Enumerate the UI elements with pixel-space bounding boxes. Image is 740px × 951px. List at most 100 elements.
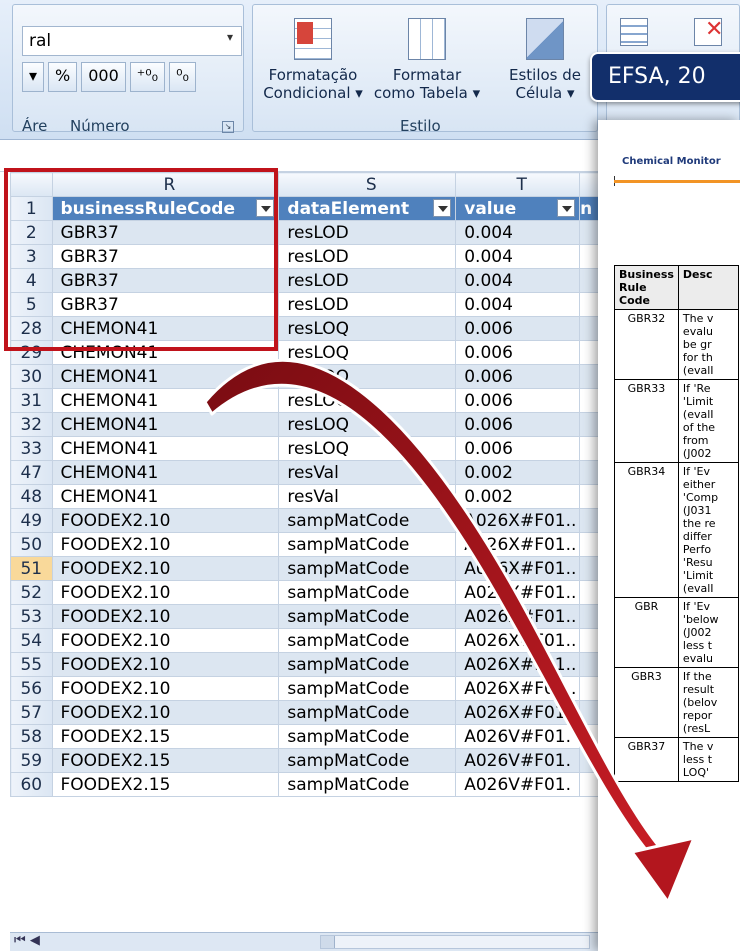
cell-business-rule-code[interactable]: FOODEX2.10	[51, 652, 280, 677]
decrease-decimal-button[interactable]: ⁰₀	[169, 62, 196, 92]
cell-data-element[interactable]: sampMatCode	[278, 652, 457, 677]
cell-n[interactable]	[579, 724, 600, 749]
cell-value[interactable]: 0.004	[455, 220, 581, 245]
cell-n[interactable]	[579, 748, 600, 773]
horizontal-scrollbar[interactable]	[320, 935, 590, 949]
cell-n[interactable]	[579, 580, 600, 605]
cell-data-element[interactable]: resLOQ	[278, 316, 457, 341]
percent-button[interactable]: %	[48, 62, 78, 92]
cell-data-element[interactable]: sampMatCode	[278, 700, 457, 725]
cell-business-rule-code[interactable]: FOODEX2.10	[51, 604, 280, 629]
cell-value[interactable]: 0.006	[455, 388, 581, 413]
cell-business-rule-code[interactable]: FOODEX2.10	[51, 532, 280, 557]
row-number[interactable]: 57	[10, 700, 53, 725]
cell-data-element[interactable]: resVal	[278, 484, 457, 509]
cell-business-rule-code[interactable]: CHEMON41	[51, 388, 280, 413]
cell-business-rule-code[interactable]: FOODEX2.10	[51, 676, 280, 701]
cell-n[interactable]	[579, 556, 600, 581]
column-header-t[interactable]: T	[455, 172, 581, 197]
header-cell-n[interactable]: n	[579, 196, 600, 221]
cell-value[interactable]: 0.006	[455, 316, 581, 341]
cell-data-element[interactable]: resLOQ	[278, 340, 457, 365]
cell-business-rule-code[interactable]: FOODEX2.10	[51, 556, 280, 581]
cell-n[interactable]	[579, 316, 600, 341]
cell-value[interactable]: A026V#F01.	[455, 772, 581, 797]
cell-n[interactable]	[579, 676, 600, 701]
column-header-u[interactable]	[579, 172, 600, 197]
cell-business-rule-code[interactable]: CHEMON41	[51, 364, 280, 389]
filter-dropdown-icon[interactable]	[557, 198, 576, 217]
cell-value[interactable]: 0.006	[455, 412, 581, 437]
cell-styles-button[interactable]: Estilos de Célula ▾	[490, 14, 600, 102]
cell-data-element[interactable]: sampMatCode	[278, 508, 457, 533]
row-number[interactable]: 56	[10, 676, 53, 701]
cell-data-element[interactable]: resLOD	[278, 220, 457, 245]
thousands-separator-button[interactable]: 000	[81, 62, 126, 92]
dialog-launcher-icon[interactable]: ↘	[222, 121, 234, 133]
row-number[interactable]: 50	[10, 532, 53, 557]
cell-business-rule-code[interactable]: FOODEX2.15	[51, 724, 280, 749]
cell-n[interactable]	[579, 220, 600, 245]
cell-n[interactable]	[579, 460, 600, 485]
column-header-s[interactable]: S	[278, 172, 457, 197]
row-number[interactable]: 59	[10, 748, 53, 773]
row-number[interactable]: 49	[10, 508, 53, 533]
row-number[interactable]: 60	[10, 772, 53, 797]
cell-value[interactable]: A026X#F01..	[455, 628, 581, 653]
cell-value[interactable]: 0.002	[455, 460, 581, 485]
cell-business-rule-code[interactable]: CHEMON41	[51, 436, 280, 461]
cell-data-element[interactable]: resLOD	[278, 268, 457, 293]
cell-data-element[interactable]: sampMatCode	[278, 628, 457, 653]
cell-n[interactable]	[579, 772, 600, 797]
row-number[interactable]: 31	[10, 388, 53, 413]
cell-business-rule-code[interactable]: FOODEX2.10	[51, 580, 280, 605]
row-number[interactable]: 54	[10, 628, 53, 653]
row-number[interactable]: 47	[10, 460, 53, 485]
cell-n[interactable]	[579, 436, 600, 461]
cell-data-element[interactable]: sampMatCode	[278, 676, 457, 701]
accounting-format-button[interactable]: ▾	[22, 62, 45, 92]
row-number[interactable]: 30	[10, 364, 53, 389]
cell-business-rule-code[interactable]: CHEMON41	[51, 460, 280, 485]
cell-business-rule-code[interactable]: CHEMON41	[51, 412, 280, 437]
cell-value[interactable]: 0.004	[455, 244, 581, 269]
cell-n[interactable]	[579, 508, 600, 533]
cell-business-rule-code[interactable]: FOODEX2.15	[51, 772, 280, 797]
cell-n[interactable]	[579, 628, 600, 653]
cell-data-element[interactable]: resLOD	[278, 292, 457, 317]
cell-data-element[interactable]: sampMatCode	[278, 556, 457, 581]
header-cell-data-element[interactable]: dataElement	[278, 196, 457, 221]
row-number[interactable]: 52	[10, 580, 53, 605]
cell-value[interactable]: A026X#F01..	[455, 700, 581, 725]
cell-data-element[interactable]: resLOD	[278, 244, 457, 269]
cell-value[interactable]: A026V#F01.	[455, 724, 581, 749]
row-number[interactable]: 32	[10, 412, 53, 437]
cell-data-element[interactable]: resLOQ	[278, 412, 457, 437]
cell-data-element[interactable]: sampMatCode	[278, 532, 457, 557]
sheet-nav-icon[interactable]: ⏮ ◀	[14, 933, 40, 948]
cell-value[interactable]: 0.004	[455, 292, 581, 317]
cell-value[interactable]: A026X#F01..	[455, 652, 581, 677]
increase-decimal-button[interactable]: ⁺⁰₀	[129, 62, 166, 92]
cell-data-element[interactable]: resLOQ	[278, 436, 457, 461]
cell-business-rule-code[interactable]: FOODEX2.10	[51, 508, 280, 533]
cell-value[interactable]: A026V#F01.	[455, 748, 581, 773]
format-as-table-button[interactable]: Formatar como Tabela ▾	[372, 14, 482, 102]
cell-n[interactable]	[579, 292, 600, 317]
cell-n[interactable]	[579, 484, 600, 509]
cell-n[interactable]	[579, 412, 600, 437]
cell-data-element[interactable]: sampMatCode	[278, 580, 457, 605]
cell-data-element[interactable]: sampMatCode	[278, 724, 457, 749]
cell-value[interactable]: A026X#F01..	[455, 508, 581, 533]
cell-value[interactable]: A026X#F01..	[455, 676, 581, 701]
cell-data-element[interactable]: sampMatCode	[278, 772, 457, 797]
conditional-formatting-button[interactable]: Formatação Condicional ▾	[258, 14, 368, 102]
cell-business-rule-code[interactable]: FOODEX2.10	[51, 628, 280, 653]
cell-n[interactable]	[579, 340, 600, 365]
row-number[interactable]: 51	[10, 556, 53, 581]
cell-value[interactable]: 0.006	[455, 340, 581, 365]
row-number[interactable]: 55	[10, 652, 53, 677]
cell-value[interactable]: 0.006	[455, 364, 581, 389]
filter-dropdown-icon[interactable]	[433, 198, 452, 217]
cell-value[interactable]: A026X#F01..	[455, 556, 581, 581]
